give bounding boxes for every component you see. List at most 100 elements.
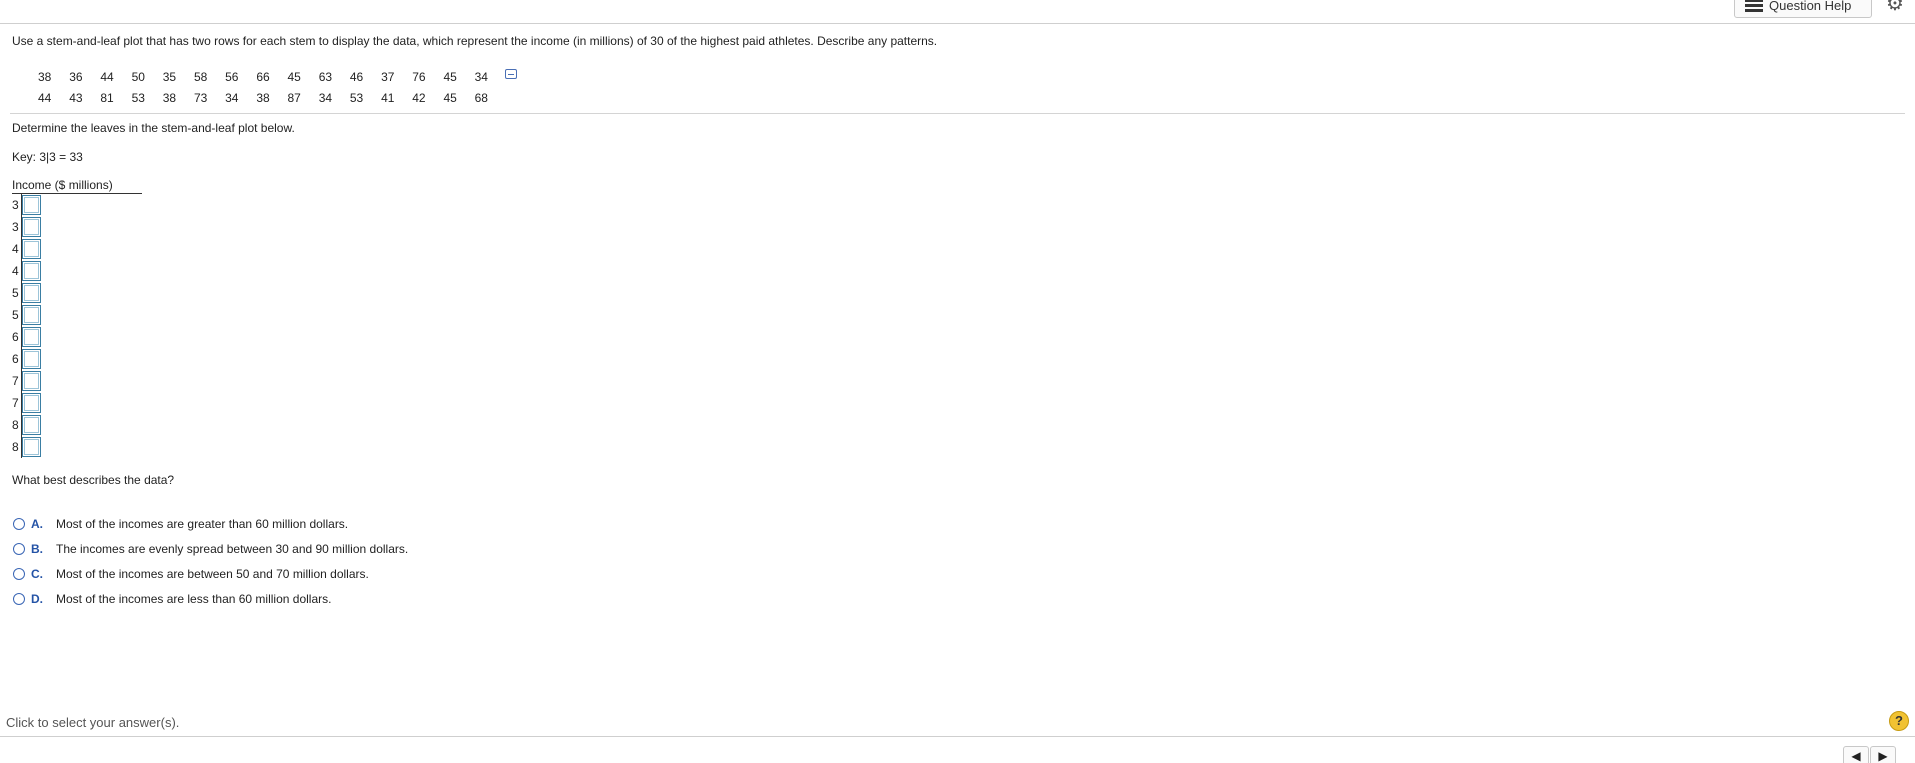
plot-row: 6 (12, 348, 72, 370)
stem-value: 3 (12, 198, 19, 212)
plot-row: 3 (12, 216, 72, 238)
data-value: 41 (381, 90, 395, 105)
radio-button[interactable] (13, 517, 25, 530)
option-text: Most of the incomes are greater than 60 … (56, 516, 349, 531)
stem-value: 8 (12, 440, 19, 454)
data-value: 53 (131, 90, 145, 105)
data-value: 63 (318, 69, 333, 84)
data-value: 35 (162, 69, 177, 84)
plot-row: 3 (12, 194, 72, 216)
data-value: 34 (474, 69, 488, 84)
data-table: 38 36 44 50 35 58 56 66 45 63 46 37 76 45 34 44 43 81 53 38… (38, 66, 506, 108)
plot-row: 5 (12, 282, 72, 304)
instruction-text: Determine the leaves in the stem-and-lea… (12, 121, 295, 135)
stem-value: 8 (12, 418, 19, 432)
question-text: Use a stem-and-leaf plot that has two ro… (12, 34, 938, 48)
option-text: Most of the incomes are less than 60 mil… (56, 591, 332, 606)
leaf-input[interactable] (22, 415, 41, 435)
plot-row: 4 (12, 238, 72, 260)
leaf-input[interactable] (22, 239, 41, 259)
data-value: 50 (131, 69, 145, 84)
data-row: 44 43 81 53 38 73 34 38 87 34 53 41 42 45 68 (38, 87, 506, 108)
option-text: Most of the incomes are between 50 and 7… (56, 566, 369, 581)
data-value: 36 (69, 69, 83, 84)
plot-key: Key: 3|3 = 33 (12, 150, 83, 164)
data-value: 44 (100, 69, 114, 84)
plot-row: 8 (12, 414, 72, 436)
data-value: 81 (100, 90, 114, 105)
answer-option[interactable]: B. The incomes are evenly spread between … (13, 536, 408, 561)
data-value: 38 (162, 90, 177, 105)
plot-row: 7 (12, 370, 72, 392)
stem-value: 3 (12, 220, 19, 234)
data-value: 68 (474, 90, 488, 105)
leaf-input[interactable] (22, 305, 41, 325)
plot-row: 4 (12, 260, 72, 282)
data-value: 56 (225, 69, 239, 84)
data-value: 53 (349, 90, 364, 105)
radio-button[interactable] (13, 592, 25, 605)
data-value: 34 (318, 90, 333, 105)
next-button[interactable]: ▶ (1870, 746, 1896, 763)
plot-title: Income ($ millions) (12, 178, 142, 194)
leaf-input[interactable] (22, 283, 41, 303)
footer-divider (0, 736, 1915, 737)
data-row: 38 36 44 50 35 58 56 66 45 63 46 37 76 45 34 (38, 66, 506, 87)
stem-value: 7 (12, 396, 19, 410)
status-text: Click to select your answer(s). (6, 715, 180, 730)
radio-button[interactable] (13, 542, 25, 555)
plot-row: 7 (12, 392, 72, 414)
stem-value: 5 (12, 308, 19, 322)
data-value: 58 (193, 69, 208, 84)
data-value: 76 (412, 69, 426, 84)
data-value: 66 (256, 69, 270, 84)
data-value: 38 (256, 90, 270, 105)
answer-option[interactable]: A. Most of the incomes are greater than 6… (13, 511, 408, 536)
stem-value: 5 (12, 286, 19, 300)
option-text: The incomes are evenly spread between 30… (56, 541, 409, 556)
data-value: 45 (443, 69, 457, 84)
previous-button[interactable]: ◀ (1843, 746, 1869, 763)
plot-row: 8 (12, 436, 72, 458)
stem-leaf-plot: Income ($ millions) 3 3 4 4 5 5 6 6 7 7 8 8 (12, 178, 142, 458)
leaf-input[interactable] (22, 327, 41, 347)
describe-question: What best describes the data? (12, 473, 175, 487)
option-letter: D. (31, 591, 43, 606)
radio-button[interactable] (13, 567, 25, 580)
option-letter: C. (31, 566, 43, 581)
stem-value: 7 (12, 374, 19, 388)
stem-value: 4 (12, 242, 19, 256)
leaf-input[interactable] (22, 393, 41, 413)
help-icon[interactable]: ? (1889, 711, 1909, 731)
leaf-input[interactable] (22, 349, 41, 369)
popup-icon[interactable] (505, 69, 517, 79)
leaf-input[interactable] (22, 195, 41, 215)
top-bar: Question Help ⚙ (0, 0, 1915, 24)
stem-value: 6 (12, 352, 19, 366)
data-value: 45 (287, 69, 301, 84)
list-icon (1745, 0, 1763, 12)
answer-options: A. Most of the incomes are greater than 6… (13, 511, 408, 611)
leaf-input[interactable] (22, 437, 41, 457)
data-value: 43 (69, 90, 83, 105)
question-help-button[interactable]: Question Help (1734, 0, 1872, 18)
leaf-input[interactable] (22, 371, 41, 391)
data-value: 87 (287, 90, 301, 105)
question-help-label: Question Help (1769, 0, 1852, 13)
stem-value: 4 (12, 264, 19, 278)
leaf-input[interactable] (22, 217, 41, 237)
data-value: 46 (349, 69, 364, 84)
data-value: 38 (38, 69, 52, 84)
leaf-input[interactable] (22, 261, 41, 281)
data-value: 44 (38, 90, 52, 105)
stem-value: 6 (12, 330, 19, 344)
option-letter: A. (31, 516, 43, 531)
answer-option[interactable]: D. Most of the incomes are less than 60 m… (13, 586, 408, 611)
divider (10, 113, 1905, 114)
data-value: 73 (193, 90, 208, 105)
data-value: 34 (225, 90, 239, 105)
gear-icon[interactable]: ⚙ (1884, 0, 1906, 15)
plot-row: 5 (12, 304, 72, 326)
option-letter: B. (31, 541, 43, 556)
answer-option[interactable]: C. Most of the incomes are between 50 and… (13, 561, 408, 586)
